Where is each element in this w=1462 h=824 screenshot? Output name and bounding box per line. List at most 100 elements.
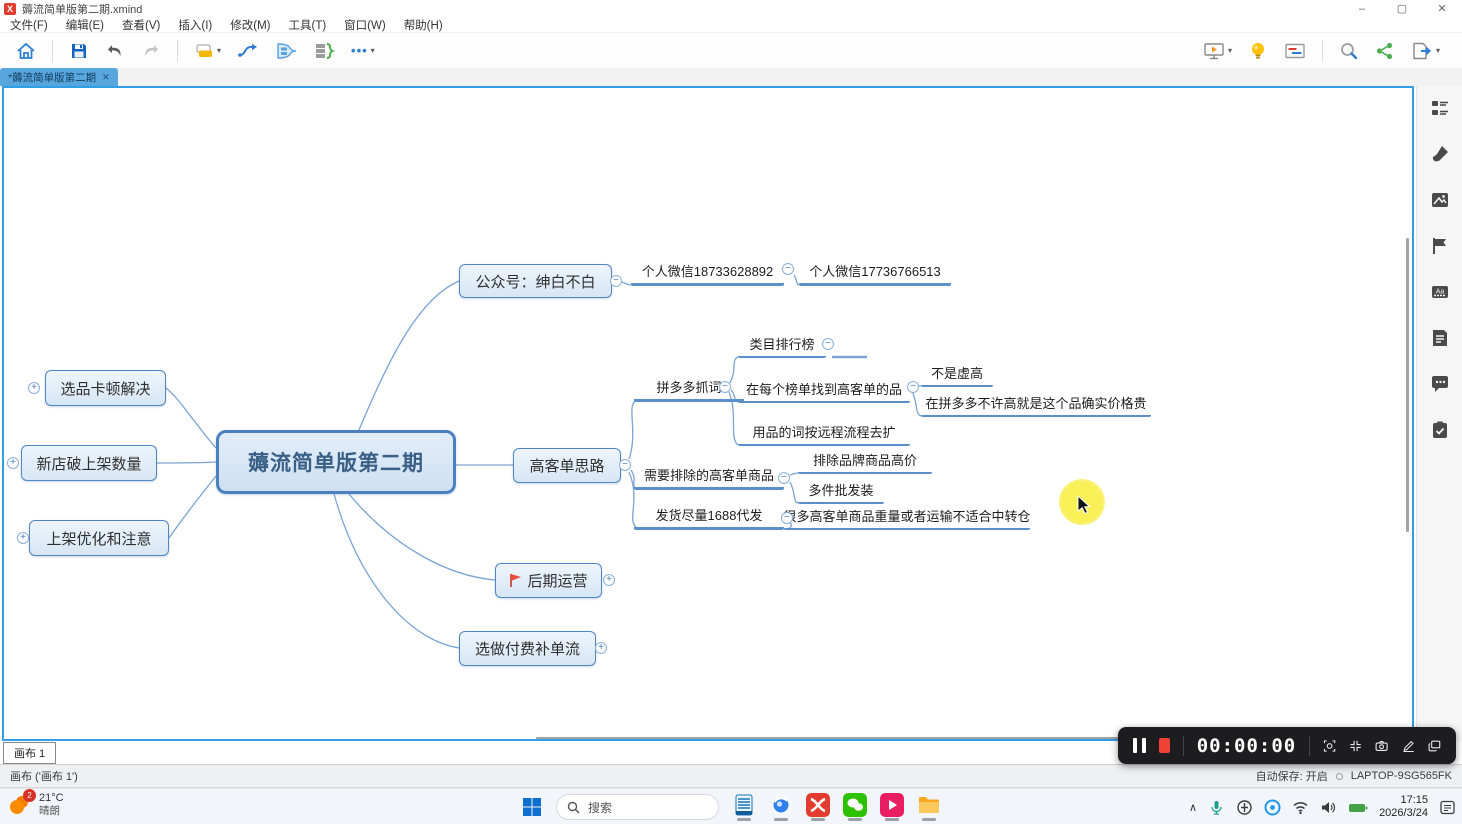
maximize-button[interactable]: ▢ — [1382, 0, 1422, 17]
tray-chevron-up-icon[interactable]: ∧ — [1189, 801, 1197, 814]
taskbar-app-wechat[interactable] — [843, 793, 867, 821]
taskbar-app-recorder[interactable] — [880, 793, 904, 821]
toggle-expand-left1[interactable]: + — [28, 382, 40, 394]
canvas-vertical-scrollbar[interactable] — [1406, 238, 1409, 532]
label-icon[interactable]: Aa — [1430, 282, 1450, 302]
topic-bulk-pack[interactable]: 多件批发装 — [798, 481, 884, 504]
home-button[interactable] — [8, 37, 44, 65]
menu-view[interactable]: 查看(V) — [122, 17, 160, 33]
topic-transfer-warehouse[interactable]: 很多高客单商品重量或者运输不适合中转仓 — [784, 506, 1030, 530]
toggle-collapse-wechat1[interactable]: − — [782, 263, 794, 275]
taskbar-app-explorer[interactable] — [917, 793, 941, 821]
export-button[interactable]: ▾ — [1403, 37, 1448, 65]
toggle-collapse-official[interactable]: − — [610, 275, 622, 287]
weather-widget[interactable]: 2 21°C 晴朗 — [8, 792, 64, 818]
toggle-collapse-exclude[interactable]: − — [778, 472, 790, 484]
topic-official-account[interactable]: 公众号：绅白不白 — [459, 264, 612, 298]
style-brush-icon[interactable] — [1430, 144, 1450, 164]
taskbar-search-input[interactable]: 搜索 — [556, 794, 719, 820]
topic-exclude-brand[interactable]: 排除品牌商品高价 — [798, 451, 932, 474]
topic-left2[interactable]: 新店破上架数量 — [21, 445, 157, 481]
topic-left3[interactable]: 上架优化和注意 — [29, 520, 169, 556]
zoom-search-button[interactable] — [1331, 37, 1367, 65]
topic-1688-dropship[interactable]: 发货尽量1688代发 — [634, 506, 784, 530]
notes-icon[interactable] — [1430, 328, 1450, 348]
menu-window[interactable]: 窗口(W) — [344, 17, 386, 33]
topic-paid-supplement[interactable]: 选做付费补单流 — [459, 631, 596, 666]
topic-later-operation[interactable]: 后期运营 — [495, 563, 602, 598]
redo-button[interactable] — [133, 37, 169, 65]
menu-insert[interactable]: 插入(I) — [178, 17, 212, 33]
toggle-collapse-dropship[interactable]: − — [781, 512, 793, 524]
menu-edit[interactable]: 编辑(E) — [66, 17, 104, 33]
toggle-collapse-pdd[interactable]: − — [719, 381, 731, 393]
topic-exclude-goods[interactable]: 需要排除的高客单商品 — [634, 466, 784, 490]
document-tab[interactable]: *薅流简单版第二期 ✕ — [0, 68, 118, 86]
topic-left1[interactable]: 选品卡顿解决 — [45, 370, 166, 406]
taskbar-app-browser[interactable] — [769, 793, 793, 821]
close-button[interactable]: ✕ — [1422, 0, 1462, 17]
volume-icon[interactable] — [1320, 799, 1337, 816]
minimize-toolbar-icon[interactable] — [1349, 737, 1362, 755]
sheet-tab-canvas1[interactable]: 画布 1 — [3, 742, 56, 764]
idea-button[interactable] — [1240, 37, 1276, 65]
share-button[interactable] — [1367, 37, 1403, 65]
topic-wechat-2[interactable]: 个人微信17736766513 — [799, 260, 951, 286]
canvas-horizontal-scrollbar[interactable] — [536, 737, 1131, 740]
summary-button[interactable] — [305, 37, 343, 65]
microphone-icon[interactable] — [1208, 799, 1225, 816]
boundary-button[interactable] — [267, 37, 305, 65]
toggle-collapse-ranking[interactable]: − — [822, 338, 834, 350]
toggle-expand-later[interactable]: + — [603, 574, 615, 586]
topic-find-high-ticket[interactable]: 在每个榜单找到高客单的品 — [738, 379, 910, 403]
tab-close-icon[interactable]: ✕ — [102, 72, 110, 83]
running-indicator — [774, 818, 788, 821]
topic-root[interactable]: 薅流简单版第二期 — [216, 430, 456, 494]
undo-button[interactable] — [97, 37, 133, 65]
pause-recording-button[interactable] — [1133, 738, 1146, 753]
topic-really-expensive[interactable]: 在拼多多不许高就是这个品确实价格贵 — [921, 393, 1151, 417]
toggle-expand-left3[interactable]: + — [17, 532, 29, 544]
presentation-button[interactable]: ▾ — [1195, 37, 1240, 65]
topic-not-inflated[interactable]: 不是虚高 — [921, 363, 993, 387]
sheet-button[interactable]: ▾ — [186, 37, 229, 65]
minimize-button[interactable]: – — [1342, 0, 1382, 17]
screenshot-camera-icon[interactable] — [1375, 737, 1388, 755]
toggle-collapse-high-ticket[interactable]: − — [619, 459, 631, 471]
windows-switch-icon[interactable] — [1428, 737, 1441, 755]
relationship-button[interactable] — [229, 37, 267, 65]
more-tools-button[interactable]: ••• ▾ — [343, 37, 383, 65]
taskbar-clock[interactable]: 17:15 2026/3/24 — [1379, 794, 1428, 820]
taskbar-app-notes[interactable] — [732, 793, 756, 821]
ime-mode-icon[interactable] — [1236, 799, 1253, 816]
notification-center-icon[interactable] — [1439, 799, 1456, 816]
panel-button[interactable] — [1276, 37, 1314, 65]
save-button[interactable] — [61, 37, 97, 65]
topic-high-ticket[interactable]: 高客单思路 — [513, 448, 621, 483]
wifi-icon[interactable] — [1292, 799, 1309, 816]
topic-expand-keywords[interactable]: 用品的词按远程流程去扩 — [738, 422, 910, 446]
menu-tools[interactable]: 工具(T) — [288, 17, 326, 33]
export-icon — [1411, 41, 1433, 61]
stop-recording-button[interactable] — [1159, 738, 1170, 753]
toggle-expand-left2[interactable]: + — [7, 457, 19, 469]
focus-region-icon[interactable] — [1323, 737, 1336, 755]
tim-app-icon[interactable] — [1264, 799, 1281, 816]
topic-category-ranking[interactable]: 类目排行榜 — [738, 334, 826, 358]
taskbar-app-xmind[interactable] — [806, 793, 830, 821]
format-structure-icon[interactable] — [1430, 98, 1450, 118]
comment-icon[interactable] — [1430, 374, 1450, 394]
mindmap-canvas[interactable]: 薅流简单版第二期 选品卡顿解决 新店破上架数量 上架优化和注意 公众号：绅白不白… — [2, 86, 1414, 741]
toggle-expand-paid[interactable]: + — [595, 642, 607, 654]
menu-file[interactable]: 文件(F) — [10, 17, 48, 33]
start-button[interactable] — [521, 796, 543, 818]
marker-flag-icon[interactable] — [1430, 236, 1450, 256]
task-clipboard-icon[interactable] — [1430, 420, 1450, 440]
draw-pen-icon[interactable] — [1402, 737, 1415, 755]
battery-icon[interactable] — [1348, 799, 1368, 816]
image-icon[interactable] — [1430, 190, 1450, 210]
menu-help[interactable]: 帮助(H) — [404, 17, 443, 33]
toggle-collapse-find[interactable]: − — [907, 381, 919, 393]
menu-modify[interactable]: 修改(M) — [230, 17, 270, 33]
topic-wechat-1[interactable]: 个人微信18733628892 — [631, 260, 784, 286]
